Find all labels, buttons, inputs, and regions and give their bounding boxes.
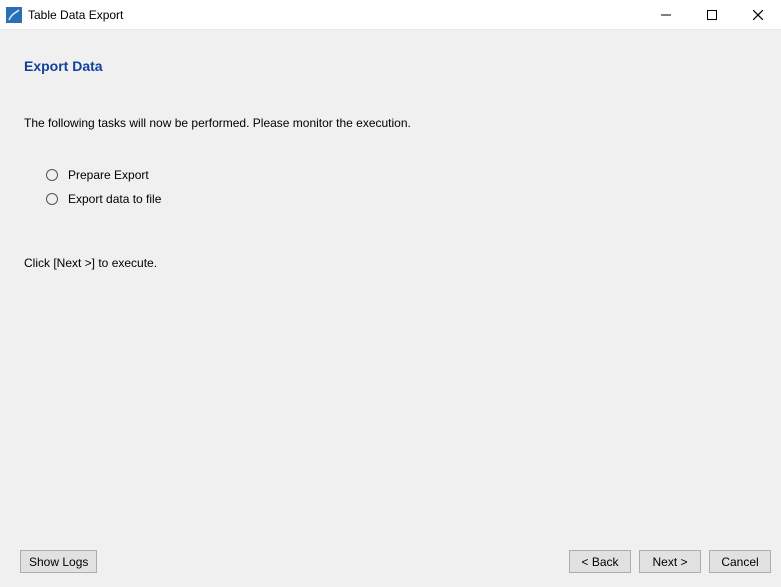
maximize-button[interactable] xyxy=(689,0,735,29)
title-bar: Table Data Export xyxy=(0,0,781,30)
instruction-text: Click [Next >] to execute. xyxy=(24,256,757,270)
status-pending-icon xyxy=(46,193,58,205)
task-list: Prepare Export Export data to file xyxy=(46,168,757,206)
footer: Show Logs < Back Next > Cancel xyxy=(0,538,781,587)
task-item: Prepare Export xyxy=(46,168,757,182)
task-label: Export data to file xyxy=(68,192,161,206)
close-button[interactable] xyxy=(735,0,781,29)
task-item: Export data to file xyxy=(46,192,757,206)
next-button[interactable]: Next > xyxy=(639,550,701,573)
task-label: Prepare Export xyxy=(68,168,149,182)
page-heading: Export Data xyxy=(24,58,757,74)
cancel-button[interactable]: Cancel xyxy=(709,550,771,573)
window-title: Table Data Export xyxy=(28,8,123,22)
status-pending-icon xyxy=(46,169,58,181)
app-icon xyxy=(6,7,22,23)
description-text: The following tasks will now be performe… xyxy=(24,116,757,130)
back-button[interactable]: < Back xyxy=(569,550,631,573)
window-controls xyxy=(643,0,781,29)
show-logs-button[interactable]: Show Logs xyxy=(20,550,97,573)
minimize-button[interactable] xyxy=(643,0,689,29)
content-area: Export Data The following tasks will now… xyxy=(0,30,781,270)
